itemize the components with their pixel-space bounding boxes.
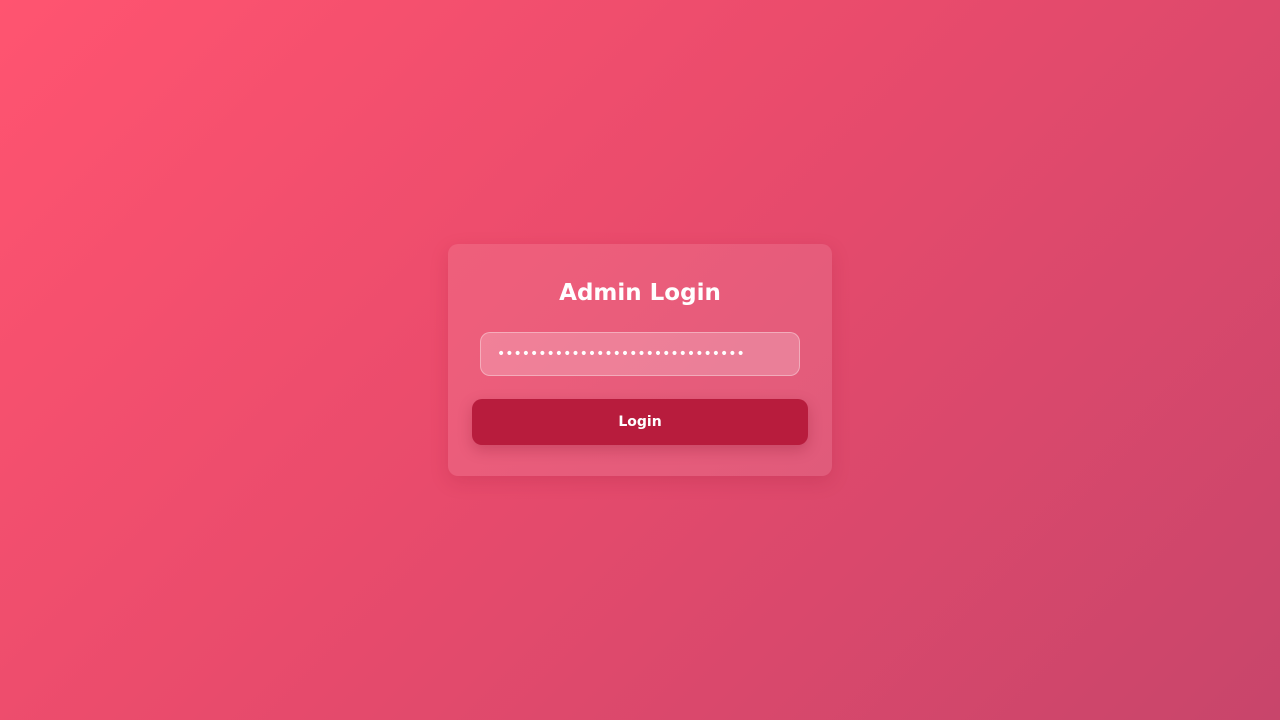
password-input[interactable] bbox=[480, 332, 800, 376]
login-title: Admin Login bbox=[559, 280, 721, 306]
login-card: Admin Login Login bbox=[448, 244, 832, 476]
login-button[interactable]: Login bbox=[472, 399, 808, 445]
